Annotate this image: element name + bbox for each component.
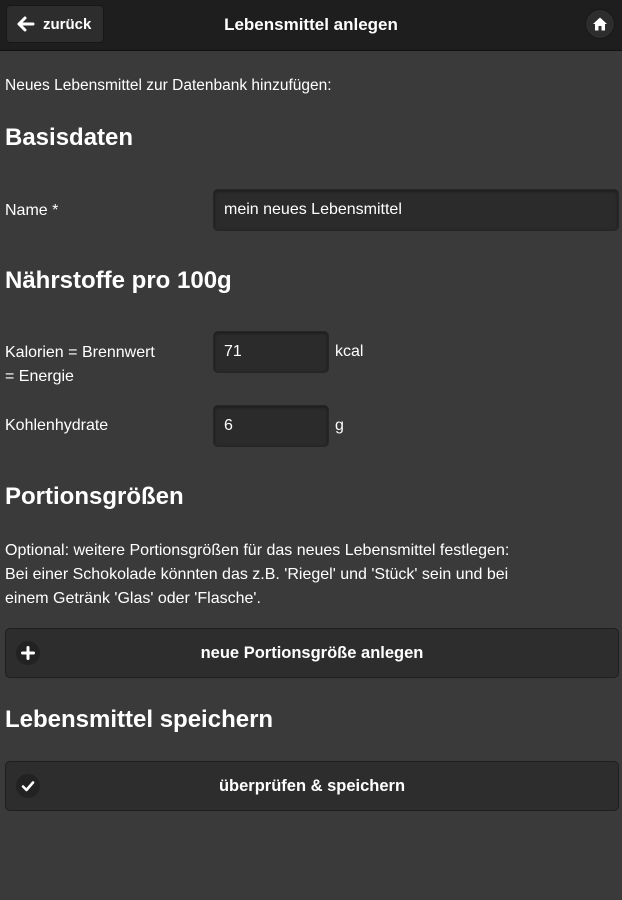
section-title-portionsgroessen: Portionsgrößen <box>5 483 184 510</box>
kalorien-input[interactable] <box>213 331 329 373</box>
add-portion-button[interactable]: neue Portionsgröße anlegen <box>5 628 619 678</box>
kalorien-label: Kalorien = Brennwert = Energie <box>5 341 155 389</box>
arrow-left-icon <box>17 16 35 32</box>
portion-description-line: Bei einer Schokolade könnten das z.B. 'R… <box>5 566 509 583</box>
portion-description: Optional: weitere Portionsgrößen für das… <box>5 539 615 611</box>
header-bar: zurück Lebensmittel anlegen <box>0 0 622 51</box>
portion-description-line: einem Getränk 'Glas' oder 'Flasche'. <box>5 590 261 607</box>
check-icon <box>16 774 40 798</box>
kalorien-label-line1: Kalorien = Brennwert <box>5 344 155 361</box>
section-title-basisdaten: Basisdaten <box>5 124 134 151</box>
plus-icon <box>16 641 40 665</box>
name-label: Name * <box>5 202 59 219</box>
section-title-naehrstoffe: Nährstoffe pro 100g <box>5 267 232 294</box>
back-button[interactable]: zurück <box>6 5 104 43</box>
portion-description-line: Optional: weitere Portionsgrößen für das… <box>5 542 510 559</box>
home-icon <box>593 17 607 31</box>
kalorien-label-line2: = Energie <box>5 368 74 385</box>
back-label: zurück <box>43 15 92 33</box>
kohlenhydrate-label: Kohlenhydrate <box>5 417 109 434</box>
kohlenhydrate-input[interactable] <box>213 405 329 447</box>
kohlenhydrate-unit: g <box>335 417 344 434</box>
kalorien-unit: kcal <box>335 343 364 360</box>
name-input[interactable] <box>213 189 619 231</box>
section-title-speichern: Lebensmittel speichern <box>5 706 274 733</box>
save-label: überprüfen & speichern <box>218 776 406 795</box>
add-portion-label: neue Portionsgröße anlegen <box>200 643 424 662</box>
intro-text: Neues Lebensmittel zur Datenbank hinzufü… <box>5 77 332 94</box>
home-button[interactable] <box>585 9 615 39</box>
save-button[interactable]: überprüfen & speichern <box>5 761 619 811</box>
